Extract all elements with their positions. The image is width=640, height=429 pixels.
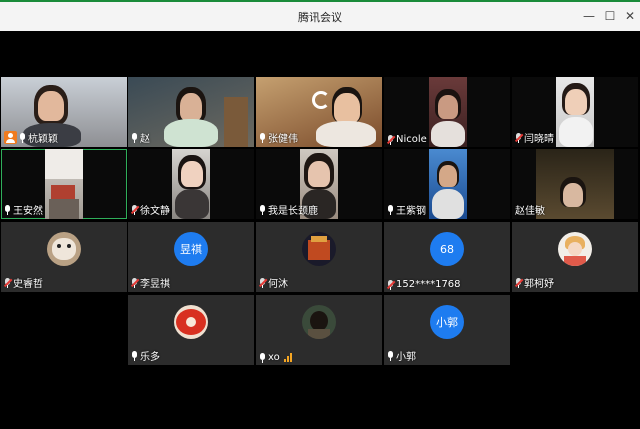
participant-name: 赵 (140, 134, 150, 145)
mic-icon (387, 350, 394, 361)
maximize-icon[interactable]: ☐ (602, 8, 618, 24)
participant-tile[interactable]: 赵 (128, 77, 254, 147)
participant-label: 徐文静 (130, 202, 170, 217)
mic-icon (131, 132, 138, 143)
participant-tile[interactable]: 王紫钢 (384, 149, 510, 219)
window-title: 腾讯会议 (298, 11, 342, 24)
participant-name: 杭颖颖 (28, 134, 58, 145)
mic-icon (387, 204, 394, 215)
avatar: 昱祺 (174, 232, 208, 266)
avatar: 68 (430, 232, 464, 266)
participant-name: 王安然 (13, 206, 43, 217)
mic-icon (19, 132, 26, 143)
avatar (302, 232, 336, 266)
participant-tile[interactable]: 68 152****1768 (384, 222, 510, 292)
loading-spinner-icon (312, 91, 330, 109)
participant-name: 我是长颈鹿 (268, 206, 318, 217)
participant-video (429, 149, 467, 219)
participant-label: 杭颖颖 (4, 130, 58, 145)
participant-name: 张健伟 (268, 134, 298, 145)
participant-video (536, 149, 614, 219)
participant-label: 小郭 (387, 348, 416, 363)
participant-label: 王紫钢 (387, 202, 426, 217)
participant-tile[interactable]: 昱祺 李昱祺 (128, 222, 254, 292)
mic-icon (4, 204, 11, 215)
close-icon[interactable]: ✕ (622, 8, 638, 24)
participant-tile[interactable]: 何沐 (256, 222, 382, 292)
participant-tile[interactable]: Nicole (384, 77, 510, 147)
participant-name: 何沐 (268, 279, 288, 290)
participant-name: 王紫钢 (396, 206, 426, 217)
minimize-icon[interactable]: — (581, 8, 597, 24)
participant-tile[interactable]: 郭柯妤 (512, 222, 638, 292)
participant-name: 史睿哲 (13, 279, 43, 290)
mic-icon (131, 350, 138, 361)
participant-label: 张健伟 (259, 130, 298, 145)
participant-tile[interactable]: 张健伟 (256, 77, 382, 147)
mic-muted-icon (514, 132, 524, 143)
audio-level-icon (283, 353, 292, 362)
participant-label: 赵 (131, 130, 150, 145)
participant-label: 赵佳敏 (515, 202, 545, 217)
participant-video (429, 77, 467, 147)
mic-muted-icon (130, 204, 140, 215)
participant-name: 乐多 (140, 352, 160, 363)
title-bar: 腾讯会议 — ☐ ✕ (0, 0, 640, 31)
avatar (558, 232, 592, 266)
mic-muted-icon (386, 134, 396, 145)
participant-tile[interactable]: 闫晓晴 (512, 77, 638, 147)
avatar (174, 305, 208, 339)
mic-icon (259, 204, 266, 215)
participant-tile[interactable]: 杭颖颖 (1, 77, 127, 147)
participant-label: 史睿哲 (3, 275, 43, 290)
participant-tile[interactable]: 史睿哲 (1, 222, 127, 292)
avatar: 小郭 (430, 305, 464, 339)
mic-muted-icon (3, 277, 13, 288)
participant-label: 152****1768 (386, 279, 461, 290)
participant-tile[interactable]: 乐多 (128, 295, 254, 365)
mic-muted-icon (386, 279, 396, 290)
participant-name: 徐文静 (140, 206, 170, 217)
participant-label: 李昱祺 (130, 275, 170, 290)
participant-name: xo (268, 352, 280, 363)
participant-tile[interactable]: 王安然 (1, 149, 127, 219)
participant-label: Nicole (386, 134, 427, 145)
participant-tile[interactable]: xo (256, 295, 382, 365)
participant-label: 乐多 (131, 348, 160, 363)
mic-muted-icon (130, 277, 140, 288)
participant-name: 赵佳敏 (515, 206, 545, 217)
participant-tile[interactable]: 小郭 小郭 (384, 295, 510, 365)
participant-name: 李昱祺 (140, 279, 170, 290)
participant-video (172, 149, 210, 219)
participant-name: Nicole (396, 134, 427, 145)
mic-icon (259, 352, 266, 363)
participant-label: 郭柯妤 (514, 275, 554, 290)
participant-video (45, 149, 83, 219)
participant-label: xo (259, 352, 292, 363)
mic-icon (259, 132, 266, 143)
host-icon (4, 131, 17, 144)
participant-label: 我是长颈鹿 (259, 202, 318, 217)
participant-label: 王安然 (4, 202, 43, 217)
participant-label: 闫晓晴 (514, 130, 554, 145)
mic-muted-icon (514, 277, 524, 288)
participant-name: 郭柯妤 (524, 279, 554, 290)
participant-label: 何沐 (258, 275, 288, 290)
participant-tile[interactable]: 徐文静 (128, 149, 254, 219)
participant-video (556, 77, 594, 147)
avatar (302, 305, 336, 339)
participant-name: 闫晓晴 (524, 134, 554, 145)
participant-tile[interactable]: 赵佳敏 (512, 149, 638, 219)
participant-name: 152****1768 (396, 279, 461, 290)
participant-name: 小郭 (396, 352, 416, 363)
avatar (47, 232, 81, 266)
video-grid: 杭颖颖 赵 张健伟 Nicole 闫晓晴 王安然 徐文静 我是长颈鹿 王紫钢 赵… (0, 31, 640, 429)
mic-muted-icon (258, 277, 268, 288)
participant-tile[interactable]: 我是长颈鹿 (256, 149, 382, 219)
